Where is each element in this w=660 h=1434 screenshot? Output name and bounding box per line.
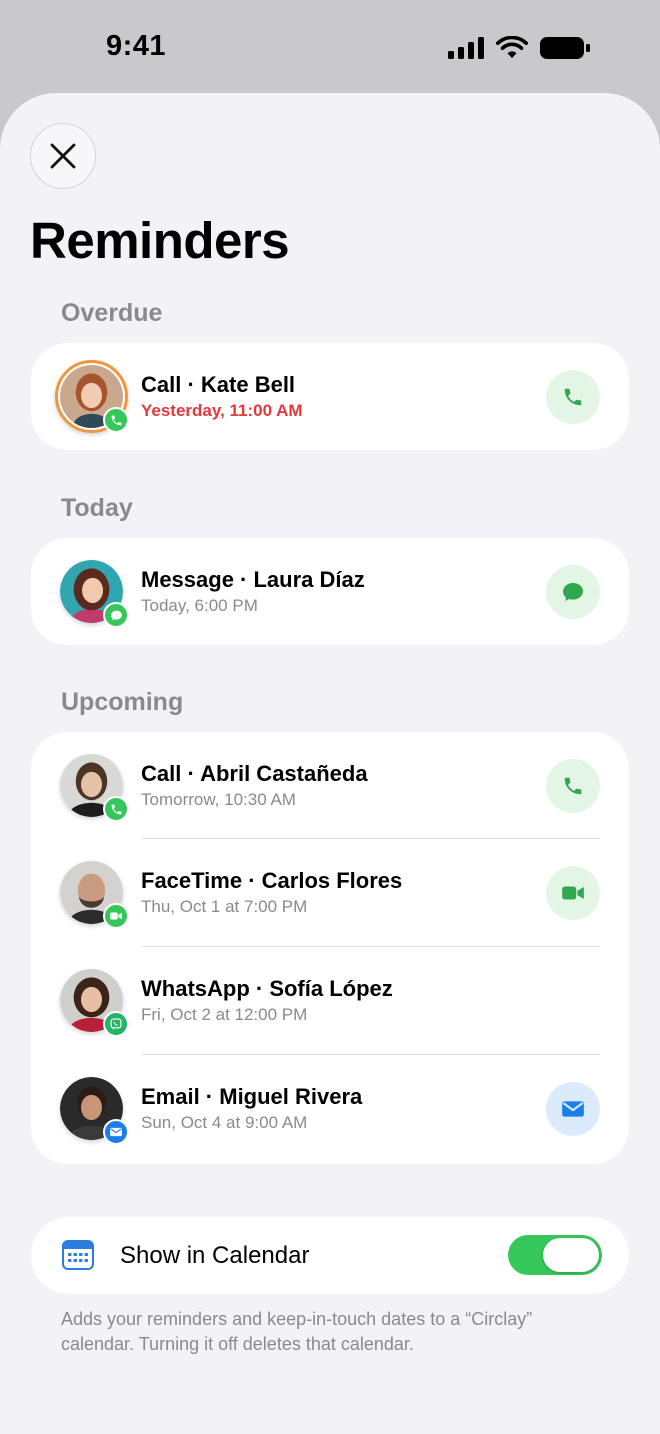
reminder-row[interactable]: Call · Kate Bell Yesterday, 11:00 AM (31, 343, 629, 450)
email-button[interactable] (546, 1082, 600, 1136)
mail-badge-icon (103, 1119, 129, 1145)
battery-icon (540, 37, 590, 59)
reminder-time: Sun, Oct 4 at 9:00 AM (141, 1113, 308, 1132)
close-icon (50, 143, 76, 169)
reminder-time: Yesterday, 11:00 AM (141, 401, 303, 420)
overdue-card: Call · Kate Bell Yesterday, 11:00 AM (31, 343, 629, 450)
reminder-time: Fri, Oct 2 at 12:00 PM (141, 1005, 308, 1024)
reminder-row[interactable]: Message · Laura Díaz Today, 6:00 PM (31, 538, 629, 645)
message-icon (563, 583, 583, 601)
reminder-title: Call · Abril Castañeda (141, 761, 368, 786)
phone-badge-icon (103, 796, 129, 822)
section-header-today: Today (61, 494, 133, 522)
show-in-calendar-toggle[interactable] (508, 1235, 602, 1275)
section-header-upcoming: Upcoming (61, 688, 184, 716)
cellular-signal-icon (448, 37, 484, 59)
message-button[interactable] (546, 565, 600, 619)
reminder-title: Call · Kate Bell (141, 372, 296, 397)
status-bar: 9:41 (0, 0, 660, 92)
reminder-title: WhatsApp · Sofía López (141, 976, 393, 1001)
phone-badge-icon (103, 407, 129, 433)
show-in-calendar-row: Show in Calendar (31, 1217, 629, 1294)
close-button[interactable] (30, 123, 96, 189)
reminder-row[interactable]: FaceTime · Carlos Flores Thu, Oct 1 at 7… (31, 839, 629, 947)
message-badge-icon (103, 602, 129, 628)
reminders-sheet: Reminders Overdue Call · Kate Bell Yeste… (0, 93, 660, 1434)
mail-icon (562, 1101, 584, 1117)
section-header-overdue: Overdue (61, 299, 163, 327)
facetime-button[interactable] (546, 866, 600, 920)
reminder-time: Thu, Oct 1 at 7:00 PM (141, 897, 308, 916)
today-card: Message · Laura Díaz Today, 6:00 PM (31, 538, 629, 645)
call-button[interactable] (546, 759, 600, 813)
call-button[interactable] (546, 370, 600, 424)
video-icon (562, 886, 584, 900)
page-title: Reminders (30, 212, 290, 269)
status-icons (448, 36, 590, 60)
calendar-footnote: Adds your reminders and keep-in-touch da… (61, 1309, 533, 1354)
show-in-calendar-label: Show in Calendar (120, 1242, 310, 1269)
toggle-knob (543, 1238, 599, 1272)
reminder-title: Email · Miguel Rivera (141, 1084, 363, 1109)
status-time: 9:41 (106, 30, 167, 62)
reminder-title: Message · Laura Díaz (141, 567, 365, 592)
upcoming-card: Call · Abril Castañeda Tomorrow, 10:30 A… (31, 732, 629, 1164)
reminder-title: FaceTime · Carlos Flores (141, 868, 403, 893)
reminder-time: Today, 6:00 PM (141, 596, 258, 615)
phone-icon (564, 388, 582, 406)
wifi-icon (496, 36, 528, 58)
reminder-row[interactable]: WhatsApp · Sofía López Fri, Oct 2 at 12:… (31, 947, 629, 1055)
reminder-row[interactable]: Call · Abril Castañeda Tomorrow, 10:30 A… (31, 732, 629, 839)
whatsapp-badge-icon (103, 1011, 129, 1037)
reminder-row[interactable]: Email · Miguel Rivera Sun, Oct 4 at 9:00… (31, 1055, 629, 1164)
reminder-time: Tomorrow, 10:30 AM (141, 790, 296, 809)
phone-icon (564, 777, 582, 795)
video-badge-icon (103, 903, 129, 929)
calendar-icon (62, 1240, 94, 1270)
